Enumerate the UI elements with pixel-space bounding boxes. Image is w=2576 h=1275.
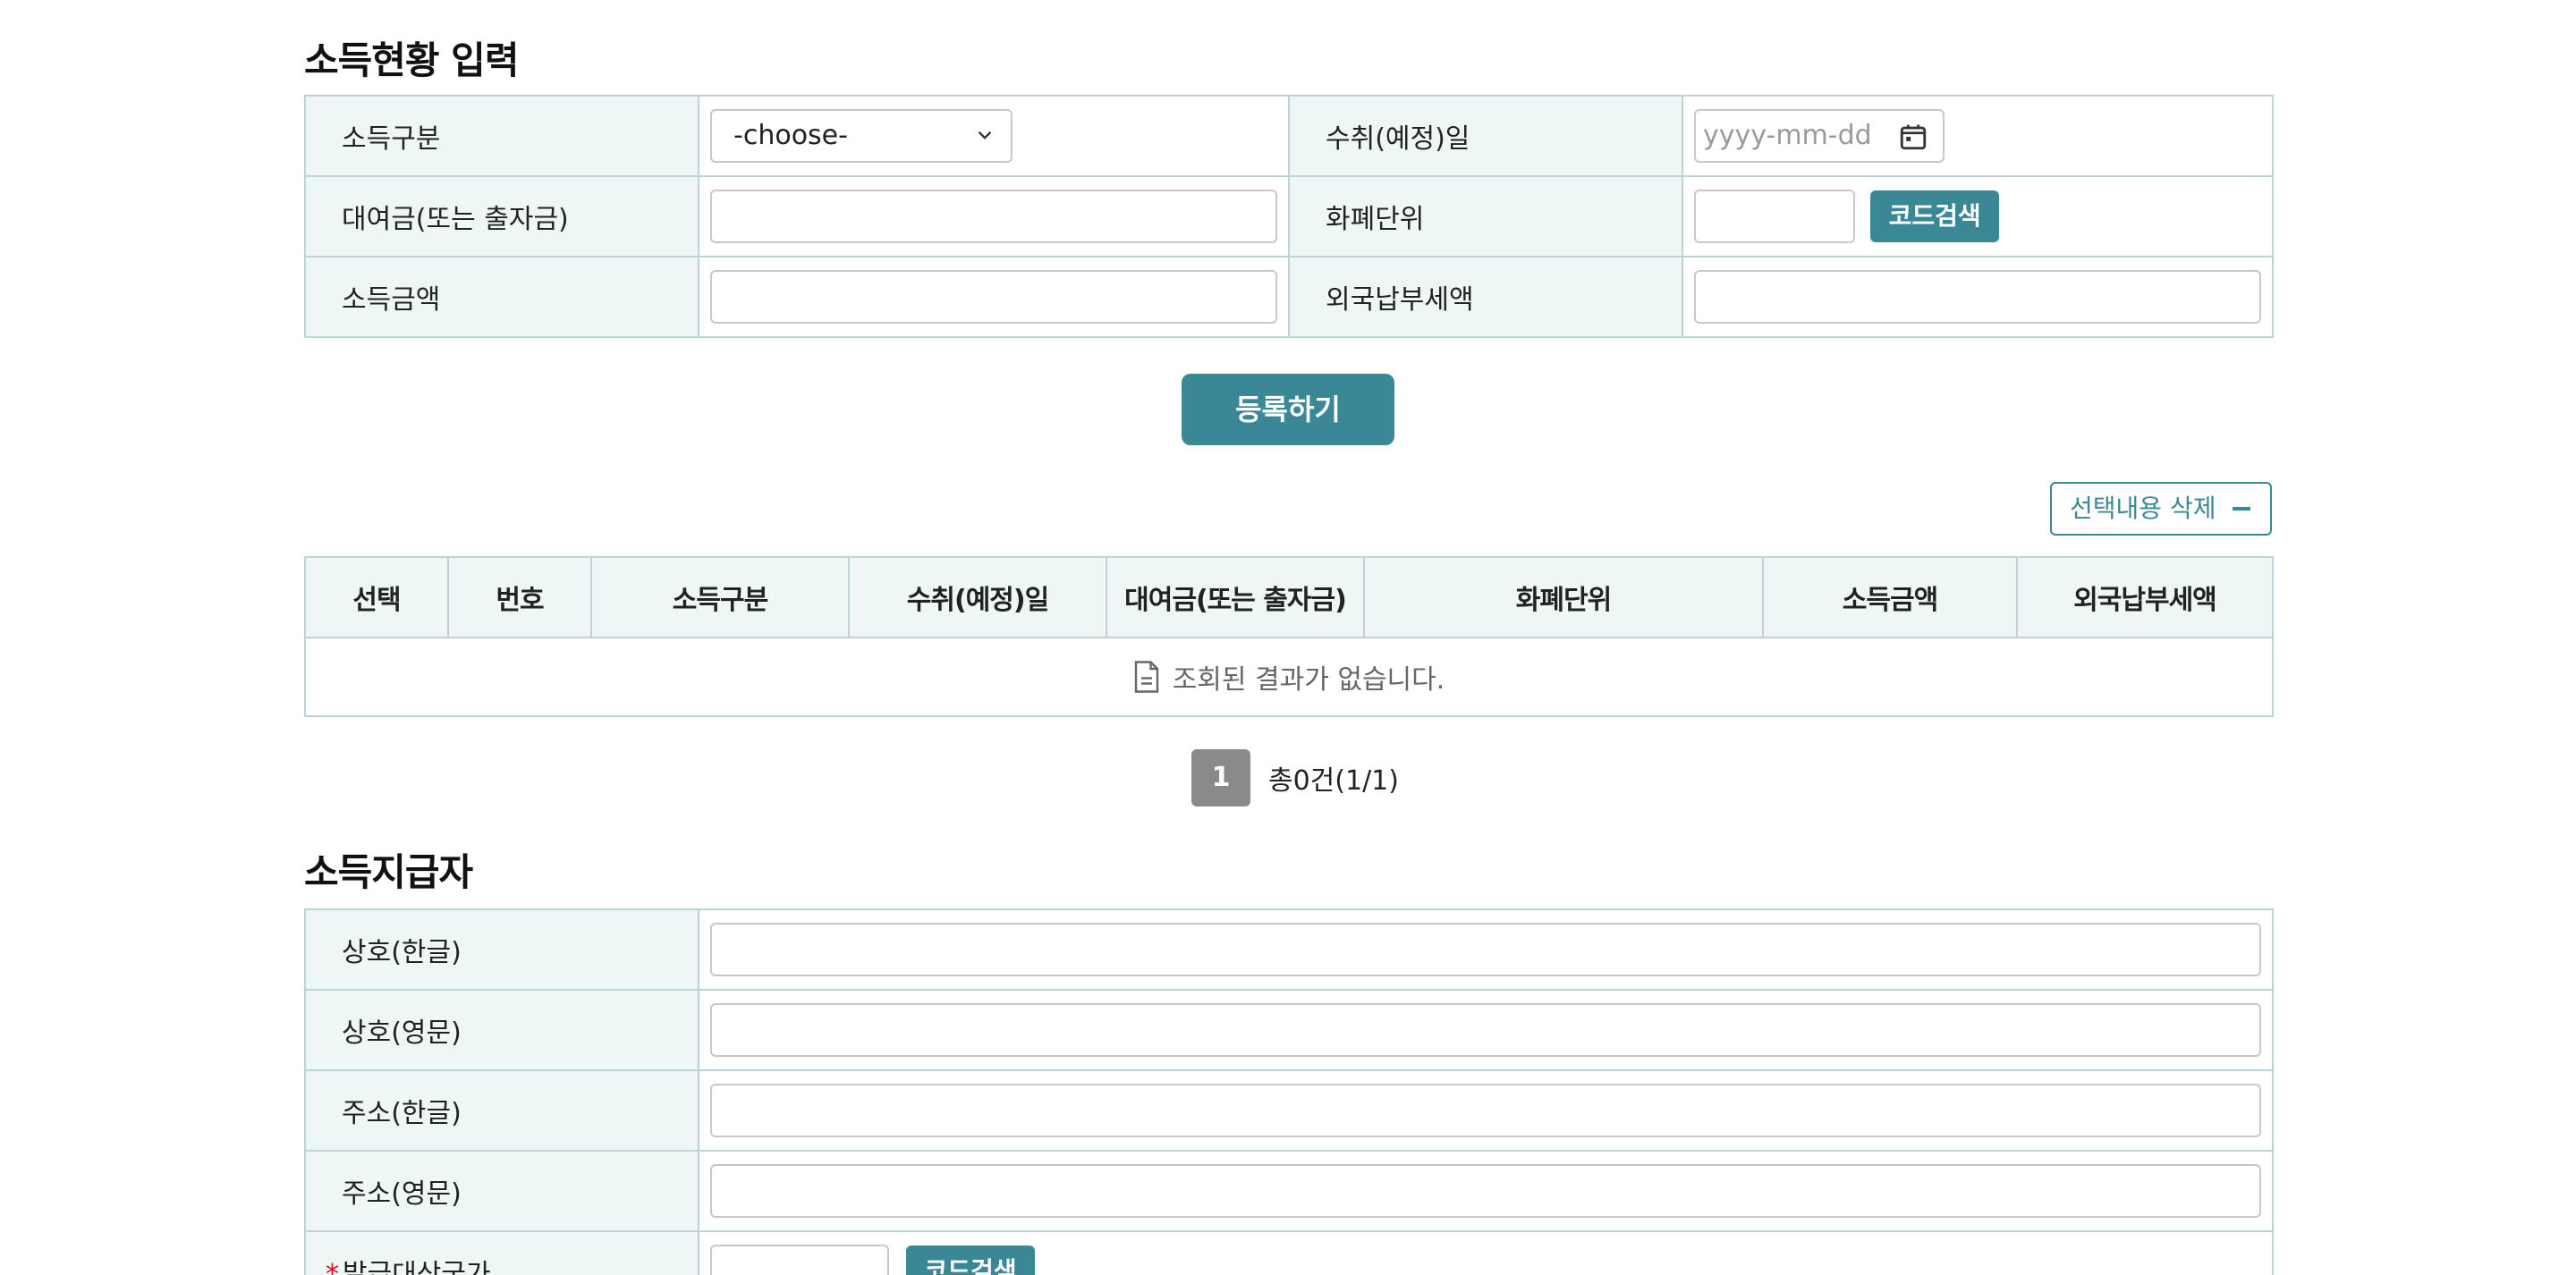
minus-icon — [2233, 507, 2250, 511]
company-name-en-input[interactable] — [710, 1003, 2261, 1057]
issue-country-label: * 발급대상국가 — [304, 1230, 699, 1275]
form-row: 상호(영문) — [304, 989, 2274, 1071]
receipt-date-label: 수취(예정)일 — [1288, 95, 1683, 177]
required-mark: * — [326, 1259, 339, 1275]
column-header-income-type: 소득구분 — [590, 556, 850, 638]
issue-country-label-text: 발급대상국가 — [343, 1259, 491, 1275]
foreign-tax-input[interactable] — [1694, 270, 2261, 324]
company-name-kr-input[interactable] — [710, 923, 2261, 976]
form-row: 대여금(또는 출자금) 화폐단위 코드검색 — [304, 175, 2274, 258]
loan-amount-label: 대여금(또는 출자금) — [304, 175, 699, 258]
income-section-title: 소득현황 입력 — [304, 38, 519, 82]
loan-amount-input[interactable] — [710, 190, 1277, 243]
empty-row: 조회된 결과가 없습니다. — [304, 637, 2274, 717]
form-row: 주소(한글) — [304, 1069, 2274, 1152]
income-type-value: -choose- — [733, 120, 848, 151]
address-en-label: 주소(영문) — [304, 1150, 699, 1232]
form-row: 주소(영문) — [304, 1150, 2274, 1232]
empty-message: 조회된 결과가 없습니다. — [1172, 664, 1445, 696]
column-header-select: 선택 — [304, 556, 449, 638]
currency-code-search-button[interactable]: 코드검색 — [1870, 190, 2000, 242]
income-type-label: 소득구분 — [304, 95, 699, 177]
column-header-foreign-tax: 외국납부세액 — [2016, 556, 2274, 638]
address-kr-input[interactable] — [710, 1084, 2261, 1137]
page-total-text: 총0건(1/1) — [1268, 765, 1399, 797]
column-header-currency: 화폐단위 — [1363, 556, 1764, 638]
page-number-button[interactable]: 1 — [1191, 749, 1250, 806]
issue-country-input[interactable] — [710, 1245, 889, 1275]
column-header-loan-amount: 대여금(또는 출자금) — [1106, 556, 1365, 638]
income-amount-label: 소득금액 — [304, 256, 699, 338]
payer-form-table: 상호(한글) 상호(영문) 주소(한글) 주소(영문) * 발급대상국가 코드검… — [304, 908, 2274, 1275]
result-table: 선택 번호 소득구분 수취(예정)일 대여금(또는 출자금) 화폐단위 소득금액… — [304, 556, 2274, 717]
page: 소득현황 입력 소득구분 -choose- 수취(예정)일 yyyy-mm-dd — [0, 0, 2576, 1275]
address-kr-label: 주소(한글) — [304, 1069, 699, 1152]
income-type-select[interactable]: -choose- — [710, 109, 1013, 163]
column-header-receipt-date: 수취(예정)일 — [848, 556, 1107, 638]
document-icon — [1134, 661, 1158, 693]
form-row: 소득금액 외국납부세액 — [304, 256, 2274, 338]
currency-label: 화폐단위 — [1288, 175, 1683, 258]
table-header-row: 선택 번호 소득구분 수취(예정)일 대여금(또는 출자금) 화폐단위 소득금액… — [304, 556, 2274, 638]
company-name-en-label: 상호(영문) — [304, 989, 699, 1071]
income-form-table: 소득구분 -choose- 수취(예정)일 yyyy-mm-dd 대여금(또는 … — [304, 95, 2274, 338]
calendar-icon[interactable] — [1898, 122, 1928, 152]
currency-input[interactable] — [1694, 190, 1855, 243]
company-name-kr-label: 상호(한글) — [304, 908, 699, 991]
income-amount-input[interactable] — [710, 270, 1277, 324]
form-row: 상호(한글) — [304, 908, 2274, 991]
receipt-date-input[interactable]: yyyy-mm-dd — [1694, 109, 1945, 163]
country-code-search-button[interactable]: 코드검색 — [906, 1245, 1036, 1275]
form-row: * 발급대상국가 코드검색 — [304, 1230, 2274, 1275]
delete-selected-label: 선택내용 삭제 — [2070, 494, 2216, 523]
delete-selected-button[interactable]: 선택내용 삭제 — [2050, 482, 2272, 536]
foreign-tax-label: 외국납부세액 — [1288, 256, 1683, 338]
register-button[interactable]: 등록하기 — [1182, 374, 1394, 445]
pagination: 1 총0건(1/1) — [1191, 749, 1399, 806]
form-row: 소득구분 -choose- 수취(예정)일 yyyy-mm-dd — [304, 95, 2274, 177]
chevron-down-icon — [978, 131, 992, 139]
column-header-number: 번호 — [447, 556, 592, 638]
column-header-income-amount: 소득금액 — [1762, 556, 2018, 638]
payer-section-title: 소득지급자 — [304, 850, 473, 894]
address-en-input[interactable] — [710, 1164, 2261, 1218]
receipt-date-placeholder: yyyy-mm-dd — [1703, 120, 1872, 151]
